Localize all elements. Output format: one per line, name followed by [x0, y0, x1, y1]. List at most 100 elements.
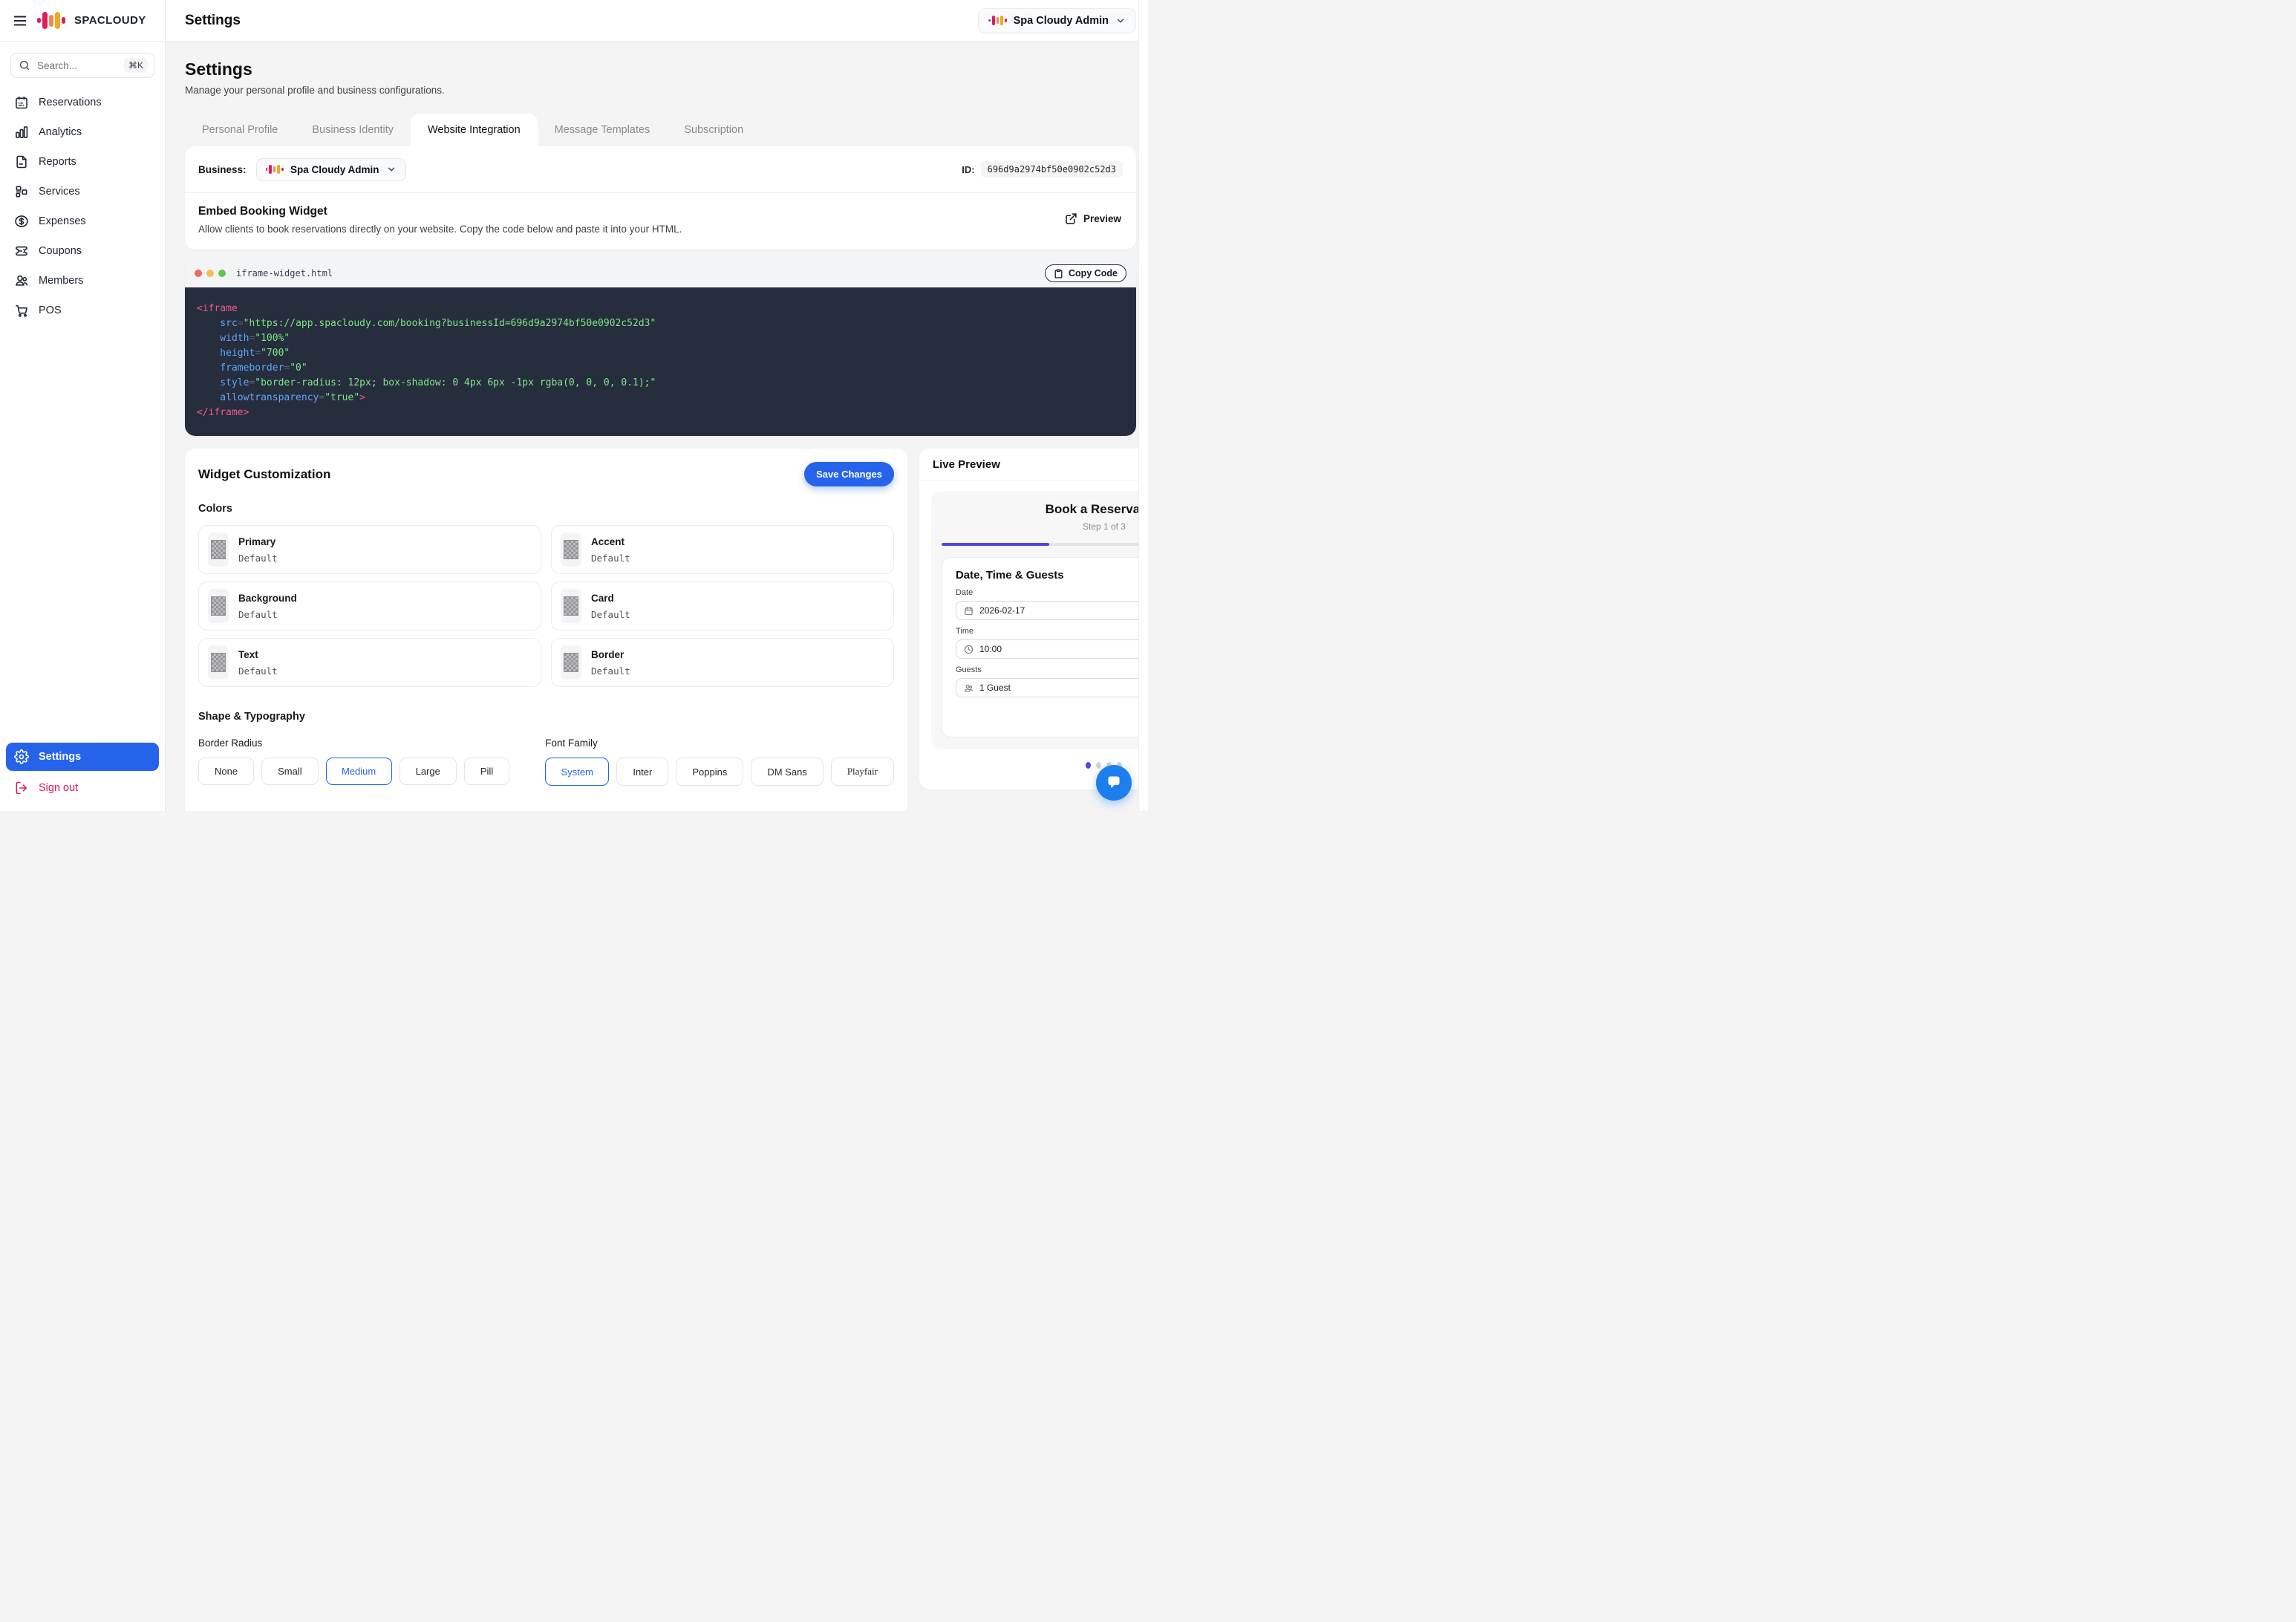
- live-preview-title: Live Preview: [932, 458, 1000, 471]
- bottom-grid: Widget Customization Save Changes Colors…: [185, 449, 1148, 811]
- checker-swatch-icon: [211, 540, 226, 559]
- color-card-accent[interactable]: Accent Default: [550, 525, 894, 574]
- radius-option-small[interactable]: Small: [261, 758, 319, 785]
- chat-widget-button[interactable]: [1096, 765, 1132, 801]
- sidebar-item-label: Services: [39, 186, 80, 198]
- tab-website-integration[interactable]: Website Integration: [410, 114, 538, 146]
- booking-fields: Date 2026-02-17 Time 10:00 Guests 1 Guest: [955, 588, 1148, 697]
- ticket-icon: [14, 244, 29, 258]
- code-line: style="border-radius: 12px; box-shadow: …: [197, 377, 656, 388]
- copy-code-label: Copy Code: [1069, 268, 1118, 279]
- sidebar-item-label: Reservations: [39, 97, 102, 108]
- search-input[interactable]: [37, 59, 117, 71]
- color-swatch[interactable]: [560, 532, 581, 567]
- gear-icon: [14, 749, 29, 764]
- customization-header: Widget Customization Save Changes: [198, 462, 894, 486]
- customization-title: Widget Customization: [198, 466, 331, 481]
- preview-dot-2[interactable]: [1096, 762, 1102, 769]
- code-editor[interactable]: <iframe src="https://app.spacloudy.com/b…: [185, 287, 1136, 436]
- color-name: Text: [238, 648, 258, 660]
- business-select[interactable]: Spa Cloudy Admin: [255, 157, 406, 181]
- color-card-card[interactable]: Card Default: [550, 582, 894, 631]
- color-card-border[interactable]: Border Default: [550, 638, 894, 687]
- preview-label: Preview: [1083, 213, 1121, 224]
- color-card-background[interactable]: Background Default: [198, 582, 541, 631]
- booking-input-time[interactable]: 10:00: [955, 639, 1148, 659]
- sidebar-item-expenses[interactable]: Expenses: [6, 207, 159, 235]
- cart-icon: [14, 303, 29, 318]
- booking-field-date: Date 2026-02-17: [955, 588, 1148, 620]
- business-label: Business:: [198, 163, 247, 175]
- booking-input-date[interactable]: 2026-02-17: [955, 601, 1148, 620]
- account-label: Spa Cloudy Admin: [1013, 14, 1109, 27]
- radius-option-none[interactable]: None: [198, 758, 255, 785]
- sidebar-item-members[interactable]: Members: [6, 267, 159, 295]
- sidebar-item-reservations[interactable]: Reservations: [6, 88, 159, 117]
- scrollbar-track[interactable]: [1138, 0, 1148, 811]
- color-swatch[interactable]: [208, 532, 229, 567]
- tab-message-templates[interactable]: Message Templates: [538, 114, 668, 146]
- radius-option-large[interactable]: Large: [399, 758, 457, 785]
- search-box[interactable]: ⌘K: [10, 53, 154, 78]
- radius-option-medium[interactable]: Medium: [325, 758, 392, 785]
- embed-header-row: Embed Booking Widget Allow clients to bo…: [185, 193, 1136, 250]
- sidebar-item-settings[interactable]: Settings: [6, 743, 159, 771]
- sidebar-item-pos[interactable]: POS: [6, 296, 159, 325]
- color-card-text: Card Default: [591, 593, 630, 620]
- font-option-system[interactable]: System: [545, 758, 610, 786]
- color-swatch[interactable]: [560, 645, 581, 680]
- hamburger-menu-icon[interactable]: [12, 13, 28, 29]
- booking-section-title: Date, Time & Guests: [955, 569, 1064, 582]
- dollar-circle-icon: [14, 214, 29, 229]
- chat-bubble-icon: [1105, 774, 1123, 792]
- embed-panel: Business: Spa Cloudy Admin ID: 696d9a297…: [185, 146, 1136, 250]
- color-name: Card: [590, 592, 614, 604]
- sidebar-item-services[interactable]: Services: [6, 177, 159, 206]
- booking-field-value: 2026-02-17: [979, 605, 1025, 616]
- sidebar-footer-nav: Settings Sign out: [0, 737, 165, 811]
- copy-code-button[interactable]: Copy Code: [1045, 264, 1126, 282]
- code-line: height="700": [197, 348, 290, 359]
- border-radius-options: None Small Medium Large Pill: [198, 758, 510, 785]
- sidebar-item-coupons[interactable]: Coupons: [6, 237, 159, 265]
- color-swatch[interactable]: [560, 589, 581, 623]
- color-name: Border: [590, 648, 624, 660]
- font-option-inter[interactable]: Inter: [616, 758, 669, 786]
- progress-fill: [941, 543, 1049, 546]
- color-card-text: Primary Default: [238, 536, 278, 564]
- color-value: Default: [590, 608, 630, 620]
- color-name: Background: [238, 592, 297, 604]
- sidebar-item-reports[interactable]: Reports: [6, 148, 159, 176]
- tab-personal-profile[interactable]: Personal Profile: [185, 114, 295, 146]
- font-option-poppins[interactable]: Poppins: [676, 758, 744, 786]
- embed-description: Allow clients to book reservations direc…: [198, 224, 682, 235]
- topbar-title: Settings: [185, 12, 241, 28]
- color-swatch[interactable]: [208, 589, 229, 623]
- checker-swatch-icon: [211, 596, 226, 616]
- checker-swatch-icon: [563, 596, 578, 616]
- font-option-dm-sans[interactable]: DM Sans: [751, 758, 824, 786]
- save-changes-button[interactable]: Save Changes: [804, 462, 894, 486]
- font-family-options: System Inter Poppins DM Sans Playfair: [545, 758, 894, 786]
- search-shortcut-badge: ⌘K: [123, 58, 148, 73]
- tab-business-identity[interactable]: Business Identity: [295, 114, 411, 146]
- sidebar-item-sign-out[interactable]: Sign out: [6, 774, 159, 802]
- radius-option-pill[interactable]: Pill: [463, 758, 510, 785]
- sidebar-nav: Reservations Analytics Reports Services Expe…: [0, 82, 165, 330]
- font-option-playfair[interactable]: Playfair: [830, 758, 894, 786]
- color-value: Default: [238, 552, 278, 564]
- color-card-text: Border Default: [591, 649, 630, 677]
- booking-input-guests[interactable]: 1 Guest: [955, 678, 1148, 697]
- booking-field-guests: Guests 1 Guest: [955, 665, 1148, 697]
- code-line: frameborder="0": [197, 362, 307, 374]
- color-swatch[interactable]: [208, 645, 229, 680]
- account-switcher-button[interactable]: Spa Cloudy Admin: [978, 7, 1136, 33]
- tab-subscription[interactable]: Subscription: [667, 114, 760, 146]
- sidebar-item-analytics[interactable]: Analytics: [6, 118, 159, 146]
- color-card-primary[interactable]: Primary Default: [198, 525, 541, 574]
- preview-dot-1[interactable]: [1086, 762, 1092, 769]
- logout-icon: [14, 781, 29, 795]
- embed-title: Embed Booking Widget: [198, 205, 327, 218]
- color-card-text[interactable]: Text Default: [198, 638, 541, 687]
- preview-button[interactable]: Preview: [1053, 205, 1123, 225]
